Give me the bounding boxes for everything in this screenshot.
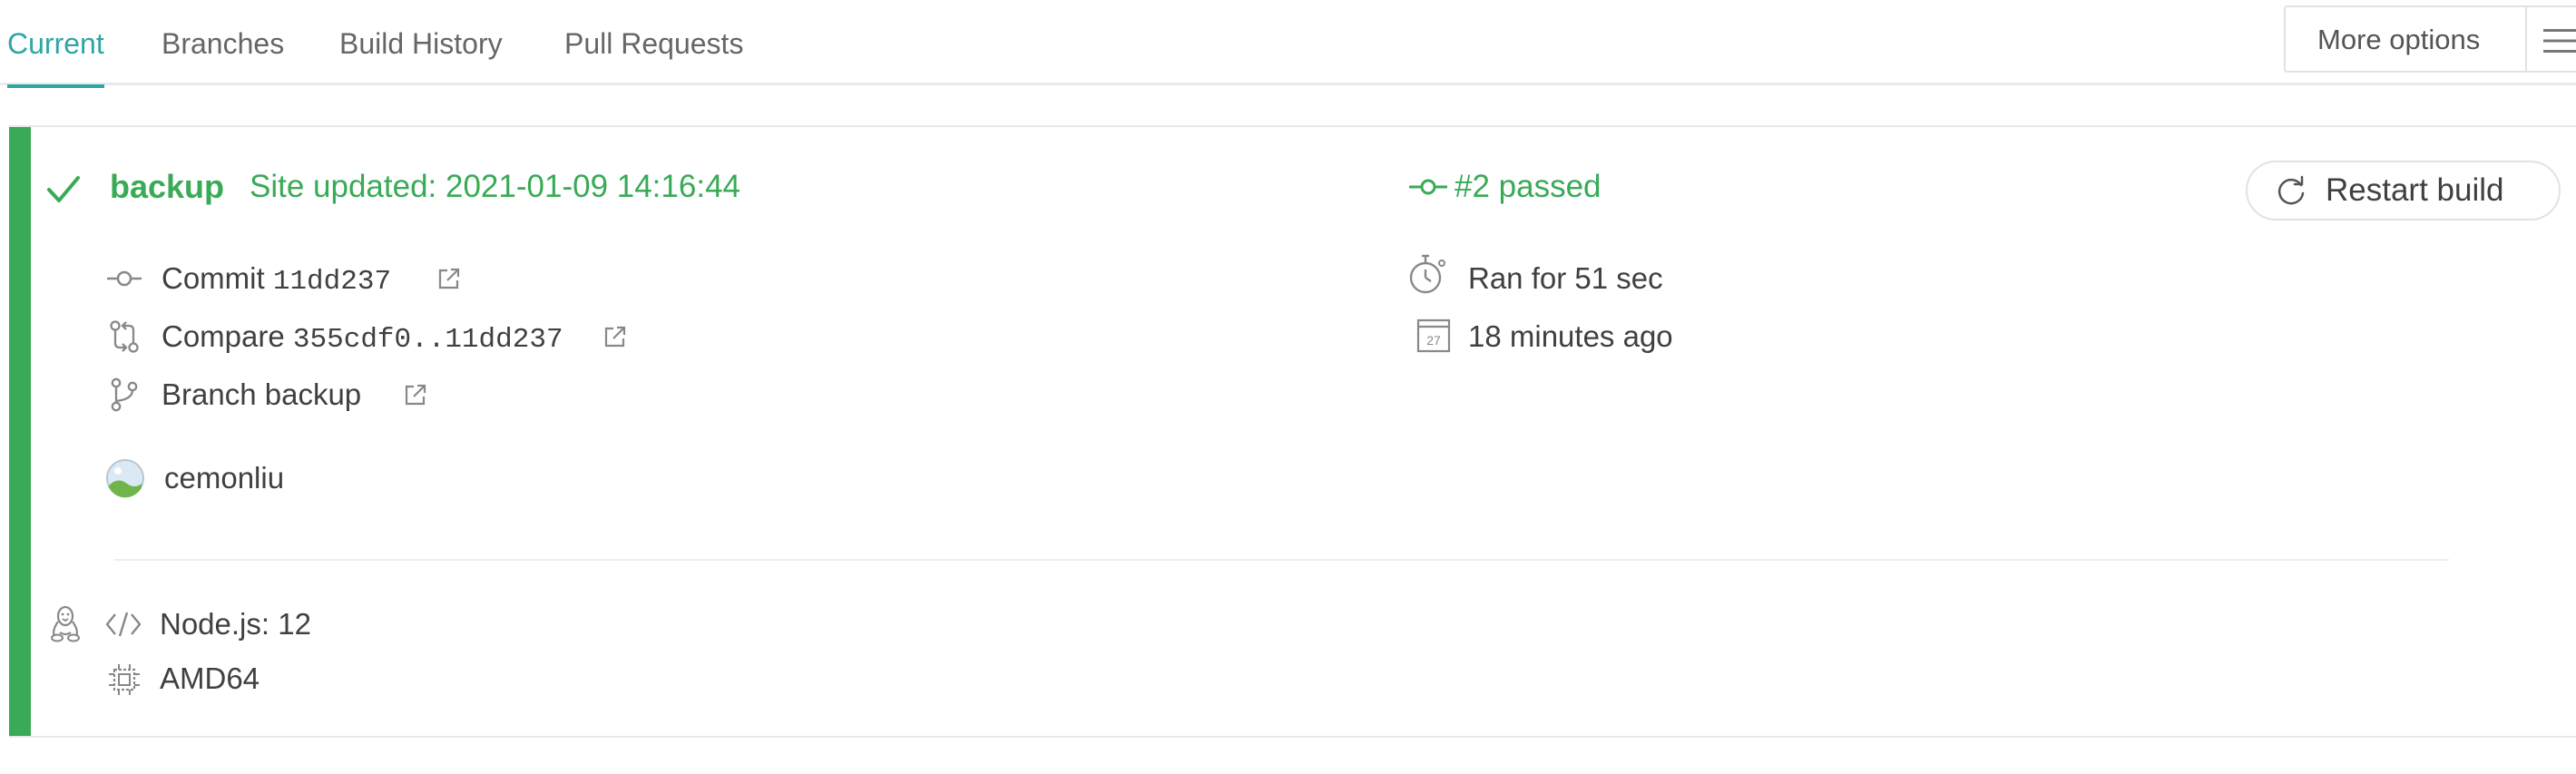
author-name[interactable]: cemonliu — [164, 456, 284, 500]
more-options-button[interactable]: More options — [2317, 7, 2480, 73]
tab-build-history[interactable]: Build History — [339, 0, 503, 85]
build-status-link[interactable]: #2 passed — [1455, 163, 1601, 211]
calendar-icon: 27 — [1416, 318, 1451, 353]
separator — [114, 559, 2449, 561]
branch-row[interactable]: Branch backup — [162, 373, 361, 416]
external-link-icon[interactable] — [603, 325, 627, 348]
more-options-group: More options — [2284, 5, 2576, 73]
calendar-day: 27 — [1426, 333, 1441, 348]
compare-label: Compare — [162, 319, 285, 353]
restart-build-label: Restart build — [2326, 172, 2504, 208]
cpu-icon — [109, 664, 140, 695]
branch-icon — [111, 377, 138, 412]
branch-name-link[interactable]: backup — [110, 163, 224, 211]
compare-icon — [110, 320, 139, 353]
language-version: Node.js: 12 — [160, 607, 311, 641]
branch-value: backup — [264, 377, 362, 411]
restart-build-button[interactable]: Restart build — [2246, 161, 2561, 220]
status-bar — [9, 127, 31, 736]
compare-row[interactable]: Compare 355cdf0..11dd237 — [162, 315, 563, 362]
build-card: backup Site updated: 2021-01-09 14:16:44… — [9, 125, 2576, 738]
compare-range: 355cdf0..11dd237 — [292, 324, 563, 356]
more-options-divider — [2525, 7, 2527, 73]
commit-hash: 11dd237 — [272, 266, 392, 298]
check-icon — [47, 176, 80, 202]
tab-pull-requests[interactable]: Pull Requests — [564, 0, 743, 85]
architecture: AMD64 — [160, 661, 260, 695]
build-duration: Ran for 51 sec — [1468, 261, 1663, 295]
navigation-tabs: Current Branches Build History Pull Requ… — [0, 0, 2576, 88]
commit-message-link[interactable]: Site updated: 2021-01-09 14:16:44 — [250, 163, 740, 211]
build-finished-time: 18 minutes ago — [1468, 319, 1673, 353]
branch-label: Branch — [162, 377, 257, 411]
tab-current[interactable]: Current — [7, 0, 104, 88]
external-link-icon[interactable] — [404, 383, 427, 407]
tab-branches[interactable]: Branches — [162, 0, 284, 85]
linux-tux-icon — [51, 605, 80, 642]
commit-node-icon — [1409, 179, 1447, 195]
commit-row[interactable]: Commit 11dd237 — [162, 257, 391, 304]
restart-icon — [2277, 175, 2305, 205]
stopwatch-icon — [1409, 254, 1445, 294]
commit-label: Commit — [162, 261, 265, 295]
hamburger-menu-icon[interactable] — [2543, 28, 2576, 54]
code-icon — [105, 612, 142, 637]
commit-icon — [107, 270, 142, 287]
avatar — [106, 459, 144, 498]
external-link-icon[interactable] — [437, 267, 461, 290]
